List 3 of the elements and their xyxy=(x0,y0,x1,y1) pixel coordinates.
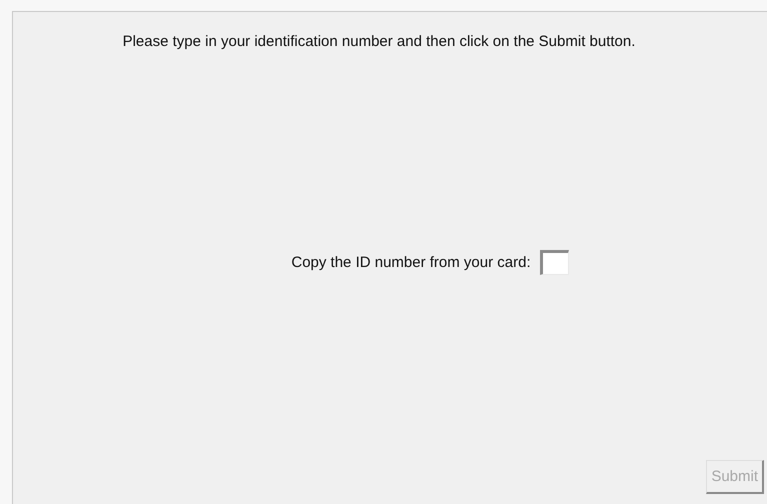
instruction-text: Please type in your identification number and then click on the Submit button. xyxy=(122,33,636,50)
id-input-field[interactable] xyxy=(540,250,569,275)
id-label: Copy the ID number from your card: xyxy=(291,254,531,271)
